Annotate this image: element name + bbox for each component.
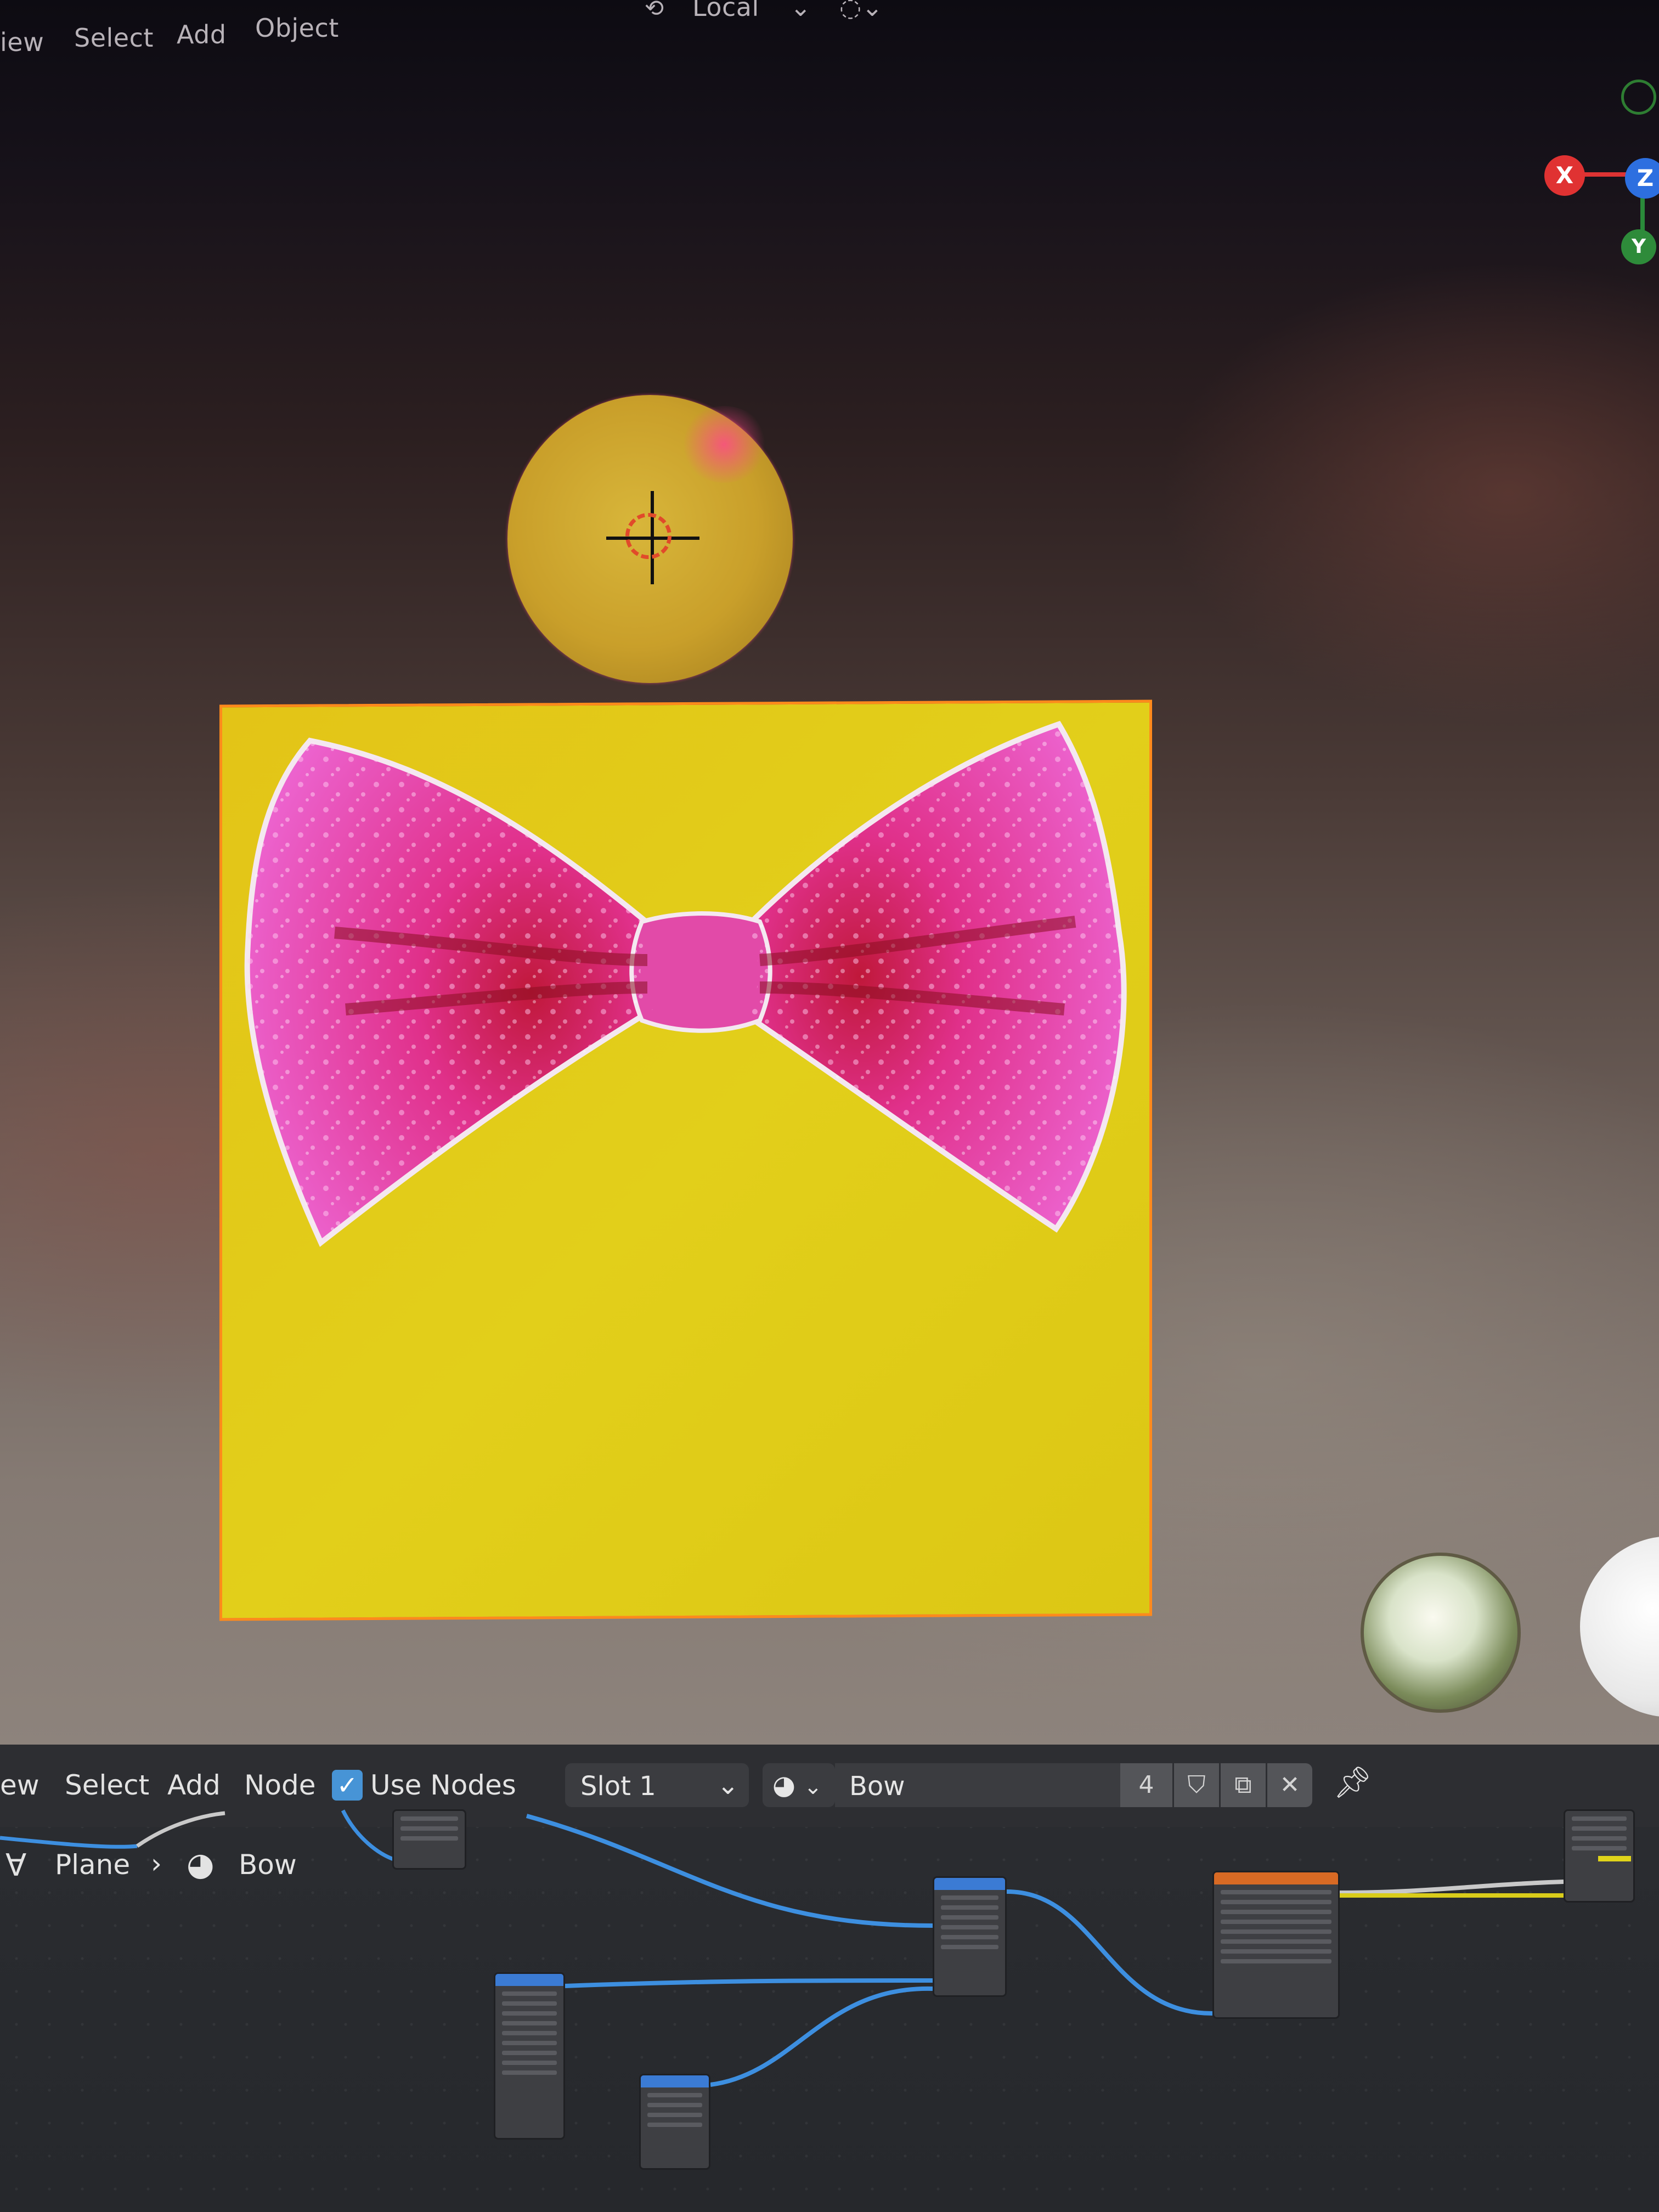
transform-orientation-dropdown[interactable]: Local <box>692 0 759 22</box>
shader-node[interactable] <box>933 1876 1007 1997</box>
snap-icon[interactable]: ◌⌄ <box>839 0 883 22</box>
view-menu[interactable]: iew <box>0 27 44 57</box>
gizmo-z-ball[interactable]: Z <box>1625 158 1659 199</box>
node-links <box>0 1809 1564 2087</box>
node-link <box>1006 1889 1213 2016</box>
node-link <box>136 1811 225 1848</box>
bow-texture <box>244 720 1127 1247</box>
3d-viewport[interactable]: iew Select Add Object ⟲ Local ⌄ ◌⌄ X Z Y <box>0 0 1659 1745</box>
add-menu[interactable]: Add <box>177 20 227 49</box>
chevron-down-icon[interactable]: ⌄ <box>790 0 811 22</box>
gizmo-x-ball[interactable]: X <box>1544 155 1585 196</box>
principled-bsdf-node[interactable] <box>1212 1871 1340 2019</box>
hdri-preview-sphere <box>1361 1553 1521 1713</box>
texture-coordinate-node[interactable] <box>494 1972 565 2140</box>
node-link <box>1338 1880 1564 1895</box>
shader-node[interactable] <box>392 1809 466 1870</box>
transform-orientation-icon[interactable]: ⟲ <box>645 0 664 21</box>
select-menu[interactable]: Select <box>74 23 154 53</box>
3d-cursor-icon[interactable] <box>625 513 672 559</box>
mapping-node[interactable] <box>639 2074 710 2170</box>
node-link <box>710 1986 933 2087</box>
node-link <box>526 1814 933 1928</box>
sphere-highlight <box>680 406 768 483</box>
gizmo-y-ball[interactable]: Y <box>1621 229 1656 264</box>
gizmo-circle-icon[interactable] <box>1621 80 1656 115</box>
matcap-preview-sphere <box>1580 1536 1659 1717</box>
node-link <box>0 1836 138 1849</box>
node-link <box>565 1978 933 1988</box>
material-output-node[interactable] <box>1564 1809 1635 1903</box>
object-menu[interactable]: Object <box>255 13 339 43</box>
node-link <box>341 1809 396 1862</box>
